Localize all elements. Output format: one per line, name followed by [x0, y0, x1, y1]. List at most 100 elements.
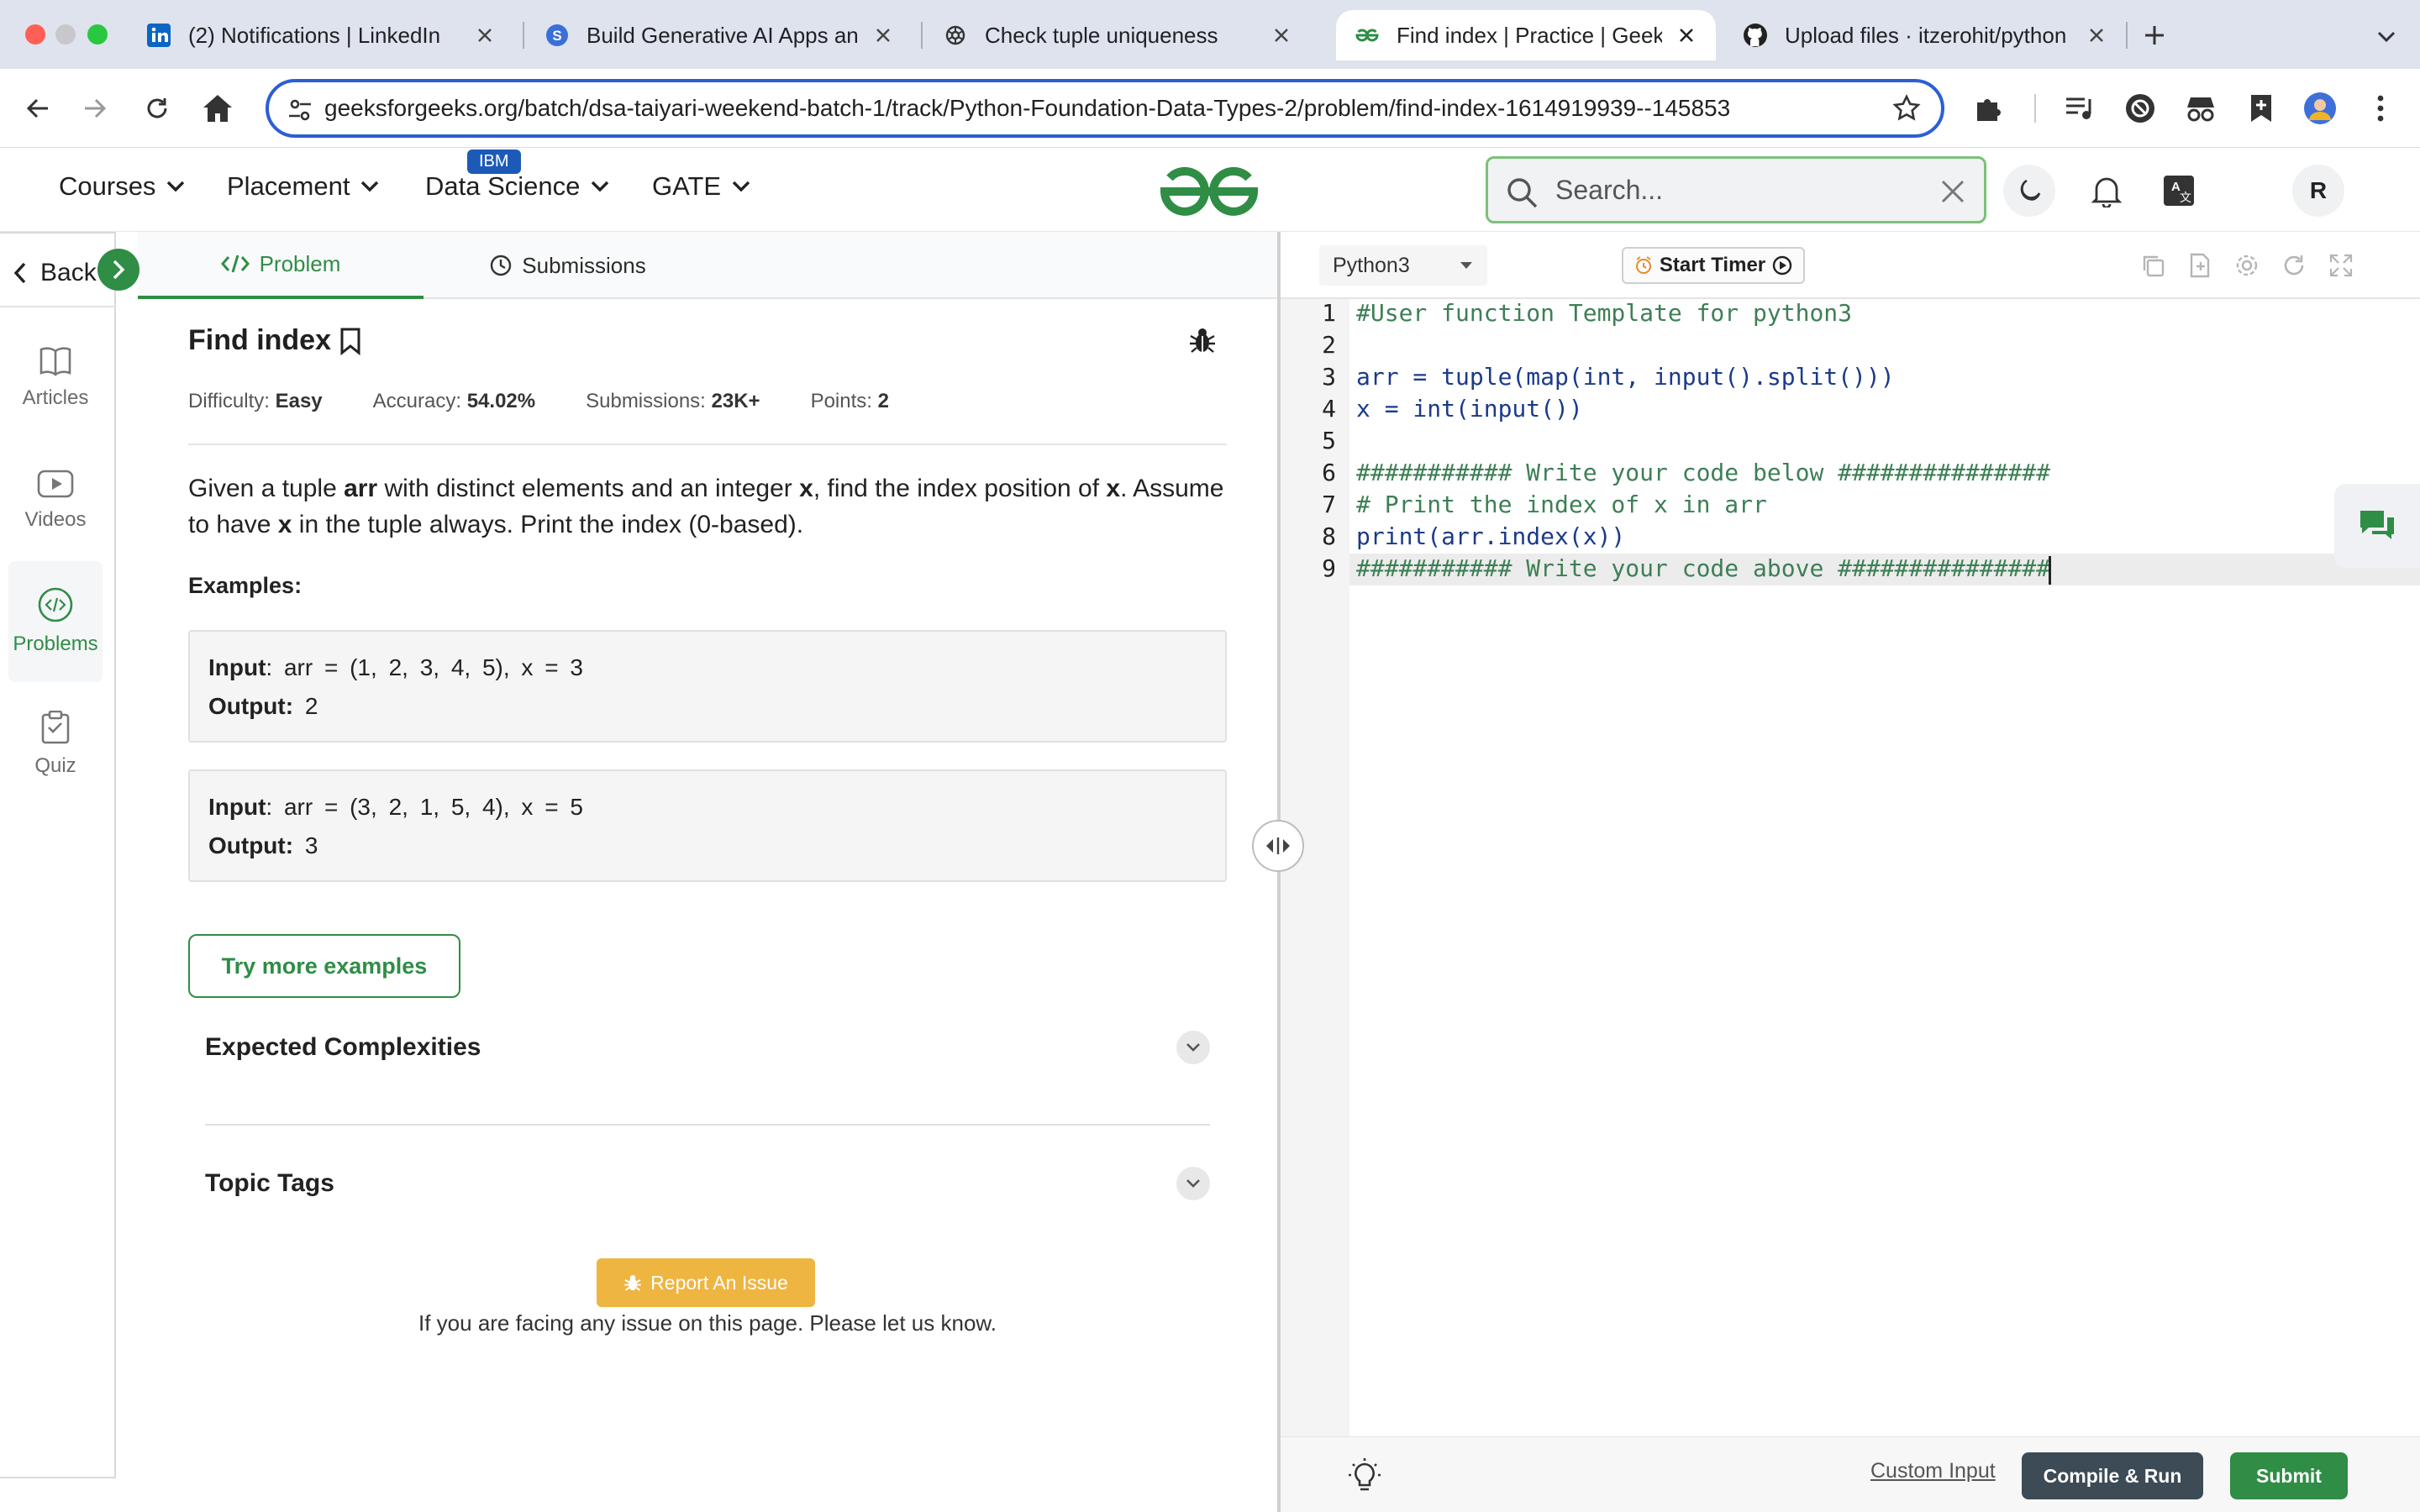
close-tab-icon[interactable] [1270, 24, 1292, 46]
tab-problem[interactable]: Problem [138, 232, 424, 299]
menu-placement[interactable]: Placement [227, 171, 380, 202]
chat-button[interactable] [2334, 484, 2420, 568]
sidebar-item-problems[interactable]: Problems [8, 561, 103, 682]
openai-icon [943, 23, 968, 48]
bug-icon[interactable] [1188, 326, 1217, 354]
submissions-count: Submissions: 23K+ [586, 390, 760, 412]
arrow-left-icon [26, 98, 48, 118]
address-bar[interactable]: geeksforgeeks.org/batch/dsa-taiyari-week… [266, 79, 1944, 138]
text-cursor [2049, 556, 2051, 585]
menu-label: GATE [652, 171, 722, 201]
clear-icon[interactable] [1940, 179, 1965, 204]
accuracy: Accuracy: 54.02% [372, 390, 536, 412]
dark-mode-toggle[interactable] [2003, 165, 2055, 217]
compile-run-button[interactable]: Compile & Run [2022, 1452, 2203, 1499]
notifications-button[interactable] [2081, 165, 2133, 217]
browser-tab-bar: (2) Notifications | LinkedIn S Build Gen… [0, 0, 2420, 69]
home-button[interactable] [197, 87, 239, 129]
bell-icon [2091, 177, 2122, 207]
bookmark-extension-icon[interactable] [2242, 89, 2281, 128]
chevron-down-icon [732, 181, 750, 192]
fullscreen-icon[interactable] [2326, 250, 2356, 281]
gfg-logo[interactable] [1156, 163, 1262, 217]
browser-menu-icon[interactable] [2361, 89, 2400, 128]
example-box: Input: arr = (3, 2, 1, 5, 4), x = 5 Outp… [188, 769, 1227, 882]
report-issue-button[interactable]: Report An Issue [597, 1258, 815, 1307]
try-more-examples-button[interactable]: Try more examples [188, 934, 460, 998]
accordion-expected-complexities[interactable]: Expected Complexities [205, 1018, 1210, 1077]
search-icon [1507, 178, 1538, 208]
accordion-topic-tags[interactable]: Topic Tags [205, 1154, 1210, 1213]
code-editor[interactable]: #User function Template for python3 arr … [1349, 299, 2420, 1436]
close-tab-icon[interactable] [474, 24, 496, 46]
translate-button[interactable]: A文 [2153, 165, 2205, 217]
submit-button[interactable]: Submit [2230, 1452, 2348, 1499]
blocker-extension-icon[interactable] [2121, 89, 2160, 128]
sidebar-item-videos[interactable]: Videos [8, 440, 103, 561]
output-label: Output: [208, 832, 294, 858]
tab-submissions[interactable]: Submissions [424, 232, 713, 299]
line-number: 6 [1322, 459, 1336, 486]
github-icon [1743, 23, 1768, 48]
example-input: : arr = (1, 2, 3, 4, 5), x = 3 [266, 654, 583, 680]
back-nav-button[interactable] [17, 87, 59, 129]
close-tab-icon[interactable] [2086, 24, 2107, 46]
hint-lightbulb-icon[interactable] [1348, 1457, 1381, 1494]
chevron-down-icon[interactable] [1176, 1167, 1210, 1200]
browser-tab[interactable]: (2) Notifications | LinkedIn [128, 10, 514, 60]
browser-tab-active[interactable]: Find index | Practice | GeeksforGeeks [1336, 10, 1716, 60]
incognito-extension-icon[interactable] [2181, 89, 2220, 128]
alarm-icon [1635, 256, 1651, 274]
sidebar-item-quiz[interactable]: Quiz [8, 684, 103, 805]
expand-sidebar-button[interactable] [97, 249, 139, 291]
tab-title: (2) Notifications | LinkedIn [188, 22, 441, 48]
toolbar-divider [2033, 89, 2037, 128]
bookmark-icon[interactable] [339, 327, 361, 355]
bookmark-star-icon[interactable] [1892, 94, 1921, 123]
tab-search-button[interactable] [2370, 20, 2403, 54]
site-settings-icon[interactable] [287, 97, 313, 123]
extension-puzzle-icon[interactable] [1970, 89, 2008, 128]
upload-file-icon[interactable] [2185, 250, 2215, 281]
chevron-down-icon[interactable] [1176, 1031, 1210, 1064]
code-brackets-icon [220, 255, 250, 273]
reload-button[interactable] [136, 87, 178, 129]
code-line: # Print the index of x in arr [1356, 491, 1767, 518]
browser-tab[interactable]: S Build Generative AI Apps and [526, 10, 913, 60]
custom-input-link[interactable]: Custom Input [1870, 1459, 1996, 1483]
sidebar-item-articles[interactable]: Articles [8, 318, 103, 438]
menu-courses[interactable]: Courses [59, 171, 186, 202]
close-tab-icon[interactable] [872, 24, 894, 46]
example-box: Input: arr = (1, 2, 3, 4, 5), x = 3 Outp… [188, 630, 1227, 743]
zoom-window-button[interactable] [87, 24, 108, 45]
input-label: Input [208, 794, 266, 820]
forward-nav-button[interactable] [74, 87, 116, 129]
tab-title: Build Generative AI Apps and [587, 22, 859, 48]
close-window-button[interactable] [25, 24, 45, 45]
search-input[interactable]: Search... [1486, 156, 1986, 223]
media-control-icon[interactable] [2060, 89, 2099, 128]
reset-icon[interactable] [2279, 250, 2309, 281]
arrow-right-icon [85, 98, 107, 118]
accordion-title: Expected Complexities [205, 1033, 481, 1061]
minimize-window-button[interactable] [55, 24, 76, 45]
close-tab-icon[interactable] [1676, 24, 1697, 46]
settings-icon[interactable] [2232, 250, 2262, 281]
browser-tab[interactable]: Upload files · itzerohit/python [1724, 10, 2126, 60]
browser-tab[interactable]: Check tuple uniqueness [924, 10, 1311, 60]
problem-description: Given a tuple arr with distinct elements… [188, 475, 1224, 538]
menu-gate[interactable]: GATE [652, 171, 751, 202]
back-label: Back [40, 259, 97, 286]
language-select[interactable]: Python3 [1319, 245, 1487, 286]
resize-handle[interactable] [1252, 820, 1304, 872]
profile-avatar[interactable] [2301, 89, 2339, 128]
copy-icon[interactable] [2138, 250, 2168, 281]
user-avatar[interactable]: R [2292, 165, 2344, 217]
new-tab-button[interactable] [2138, 18, 2171, 52]
line-number: 3 [1322, 363, 1336, 391]
start-timer-button[interactable]: Start Timer [1622, 247, 1805, 284]
chevron-left-icon [13, 262, 26, 284]
tab-separator [921, 22, 923, 49]
menu-data-science[interactable]: Data Science [425, 171, 610, 202]
tab-separator [2126, 22, 2128, 49]
